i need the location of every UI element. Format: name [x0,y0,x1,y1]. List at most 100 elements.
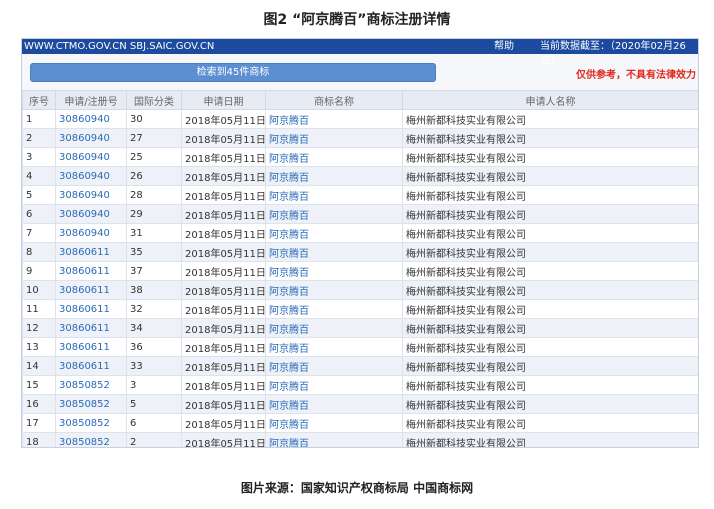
table-row[interactable]: 10 30860611 38 2018年05月11日 阿京腾百 梅州新都科技实业有限公司 [22,280,698,300]
table-row[interactable]: 6 30860940 29 2018年05月11日 阿京腾百 梅州新都科技实业有限公司 [22,204,698,224]
applicant-cell: 梅州新都科技实业有限公司 [402,356,698,376]
registration-number-link[interactable]: 30860611 [55,318,127,338]
application-date-cell: 2018年05月11日 [181,318,266,338]
table-row[interactable]: 3 30860940 25 2018年05月11日 阿京腾百 梅州新都科技实业有限公司 [22,147,698,167]
table-row[interactable]: 4 30860940 26 2018年05月11日 阿京腾百 梅州新都科技实业有限公司 [22,166,698,186]
table-row[interactable]: 12 30860611 34 2018年05月11日 阿京腾百 梅州新都科技实业有限公司 [22,318,698,338]
application-date-cell: 2018年05月11日 [181,337,266,357]
registration-number-link[interactable]: 30850852 [55,413,127,433]
registration-number-link[interactable]: 30860611 [55,337,127,357]
trademark-name-link[interactable]: 阿京腾百 [265,337,403,357]
trademark-name-link[interactable]: 阿京腾百 [265,318,403,338]
registration-number-link[interactable]: 30850852 [55,394,127,414]
row-number: 11 [22,299,56,319]
table-row[interactable]: 15 30850852 3 2018年05月11日 阿京腾百 梅州新都科技实业有限公司 [22,375,698,395]
source-caption: 图片来源：国家知识产权商标局 中国商标网 [240,481,474,495]
class-cell: 33 [126,356,182,376]
registration-number-link[interactable]: 30860940 [55,147,127,167]
help-link[interactable]: 帮助 [494,39,514,54]
registration-number-link[interactable]: 30860940 [55,185,127,205]
application-date-cell: 2018年05月11日 [181,242,266,262]
table-row[interactable]: 13 30860611 36 2018年05月11日 阿京腾百 梅州新都科技实业有限公司 [22,337,698,357]
registration-number-link[interactable]: 30860940 [55,204,127,224]
application-date-cell: 2018年05月11日 [181,204,266,224]
applicant-cell: 梅州新都科技实业有限公司 [402,204,698,224]
table-row[interactable]: 18 30850852 2 2018年05月11日 阿京腾百 梅州新都科技实业有限公司 [22,432,698,447]
registration-number-link[interactable]: 30860611 [55,261,127,281]
trademark-name-link[interactable]: 阿京腾百 [265,166,403,186]
trademark-name-link[interactable]: 阿京腾百 [265,356,403,376]
application-date-cell: 2018年05月11日 [181,413,266,433]
application-date-cell: 2018年05月11日 [181,185,266,205]
trademark-name-link[interactable]: 阿京腾百 [265,394,403,414]
applicant-cell: 梅州新都科技实业有限公司 [402,299,698,319]
trademark-name-link[interactable]: 阿京腾百 [265,280,403,300]
table-row[interactable]: 16 30850852 5 2018年05月11日 阿京腾百 梅州新都科技实业有限公司 [22,394,698,414]
applicant-cell: 梅州新都科技实业有限公司 [402,280,698,300]
column-header-date[interactable]: 申请日期 [181,90,266,110]
registration-number-link[interactable]: 30860611 [55,356,127,376]
table-row[interactable]: 5 30860940 28 2018年05月11日 阿京腾百 梅州新都科技实业有限公司 [22,185,698,205]
column-header-mark-name[interactable]: 商标名称 [265,90,403,110]
class-cell: 34 [126,318,182,338]
column-header-class[interactable]: 国际分类 [126,90,182,110]
applicant-cell: 梅州新都科技实业有限公司 [402,166,698,186]
registration-number-link[interactable]: 30860940 [55,223,127,243]
row-number: 13 [22,337,56,357]
trademark-name-link[interactable]: 阿京腾百 [265,185,403,205]
class-cell: 6 [126,413,182,433]
applicant-cell: 梅州新都科技实业有限公司 [402,261,698,281]
class-cell: 26 [126,166,182,186]
applicant-cell: 梅州新都科技实业有限公司 [402,394,698,414]
registration-number-link[interactable]: 30860611 [55,242,127,262]
table-row[interactable]: 2 30860940 27 2018年05月11日 阿京腾百 梅州新都科技实业有限公司 [22,128,698,148]
applicant-cell: 梅州新都科技实业有限公司 [402,147,698,167]
table-row[interactable]: 14 30860611 33 2018年05月11日 阿京腾百 梅州新都科技实业有限公司 [22,356,698,376]
application-date-cell: 2018年05月11日 [181,432,266,447]
trademark-name-link[interactable]: 阿京腾百 [265,432,403,447]
column-header-reg-number[interactable]: 申请/注册号 [55,90,127,110]
row-number: 3 [22,147,56,167]
registration-number-link[interactable]: 30860940 [55,166,127,186]
registration-number-link[interactable]: 30860611 [55,299,127,319]
table-row[interactable]: 11 30860611 32 2018年05月11日 阿京腾百 梅州新都科技实业有限公司 [22,299,698,319]
applicant-cell: 梅州新都科技实业有限公司 [402,413,698,433]
row-number: 2 [22,128,56,148]
trademark-name-link[interactable]: 阿京腾百 [265,413,403,433]
registration-number-link[interactable]: 30850852 [55,432,127,447]
trademark-name-link[interactable]: 阿京腾百 [265,299,403,319]
trademark-name-link[interactable]: 阿京腾百 [265,375,403,395]
result-toolbar: 检索到45件商标 仅供参考，不具有法律效力 [22,54,698,88]
class-cell: 5 [126,394,182,414]
table-row[interactable]: 1 30860940 30 2018年05月11日 阿京腾百 梅州新都科技实业有限公司 [22,109,698,129]
column-header-no[interactable]: 序号 [22,90,56,110]
registration-number-link[interactable]: 30860611 [55,280,127,300]
application-date-cell: 2018年05月11日 [181,280,266,300]
results-table: 序号 申请/注册号 国际分类 申请日期 商标名称 申请人名称 1 30860940… [22,90,698,447]
registration-number-link[interactable]: 30860940 [55,109,127,129]
table-row[interactable]: 8 30860611 35 2018年05月11日 阿京腾百 梅州新都科技实业有限公司 [22,242,698,262]
applicant-cell: 梅州新都科技实业有限公司 [402,128,698,148]
trademark-name-link[interactable]: 阿京腾百 [265,147,403,167]
trademark-name-link[interactable]: 阿京腾百 [265,223,403,243]
result-count-button[interactable]: 检索到45件商标 [30,63,436,82]
table-row[interactable]: 7 30860940 31 2018年05月11日 阿京腾百 梅州新都科技实业有限公司 [22,223,698,243]
trademark-name-link[interactable]: 阿京腾百 [265,242,403,262]
trademark-name-link[interactable]: 阿京腾百 [265,109,403,129]
trademark-name-link[interactable]: 阿京腾百 [265,128,403,148]
table-row[interactable]: 9 30860611 37 2018年05月11日 阿京腾百 梅州新都科技实业有限公司 [22,261,698,281]
trademark-name-link[interactable]: 阿京腾百 [265,204,403,224]
row-number: 1 [22,109,56,129]
registration-number-link[interactable]: 30860940 [55,128,127,148]
site-url[interactable]: WWW.CTMO.GOV.CN SBJ.SAIC.GOV.CN [24,39,214,54]
trademark-name-link[interactable]: 阿京腾百 [265,261,403,281]
column-header-applicant[interactable]: 申请人名称 [402,90,698,110]
class-cell: 31 [126,223,182,243]
application-date-cell: 2018年05月11日 [181,166,266,186]
row-number: 5 [22,185,56,205]
row-number: 16 [22,394,56,414]
trademark-search-panel: WWW.CTMO.GOV.CN SBJ.SAIC.GOV.CN 帮助 当前数据截… [21,38,699,448]
row-number: 12 [22,318,56,338]
registration-number-link[interactable]: 30850852 [55,375,127,395]
table-row[interactable]: 17 30850852 6 2018年05月11日 阿京腾百 梅州新都科技实业有限公司 [22,413,698,433]
